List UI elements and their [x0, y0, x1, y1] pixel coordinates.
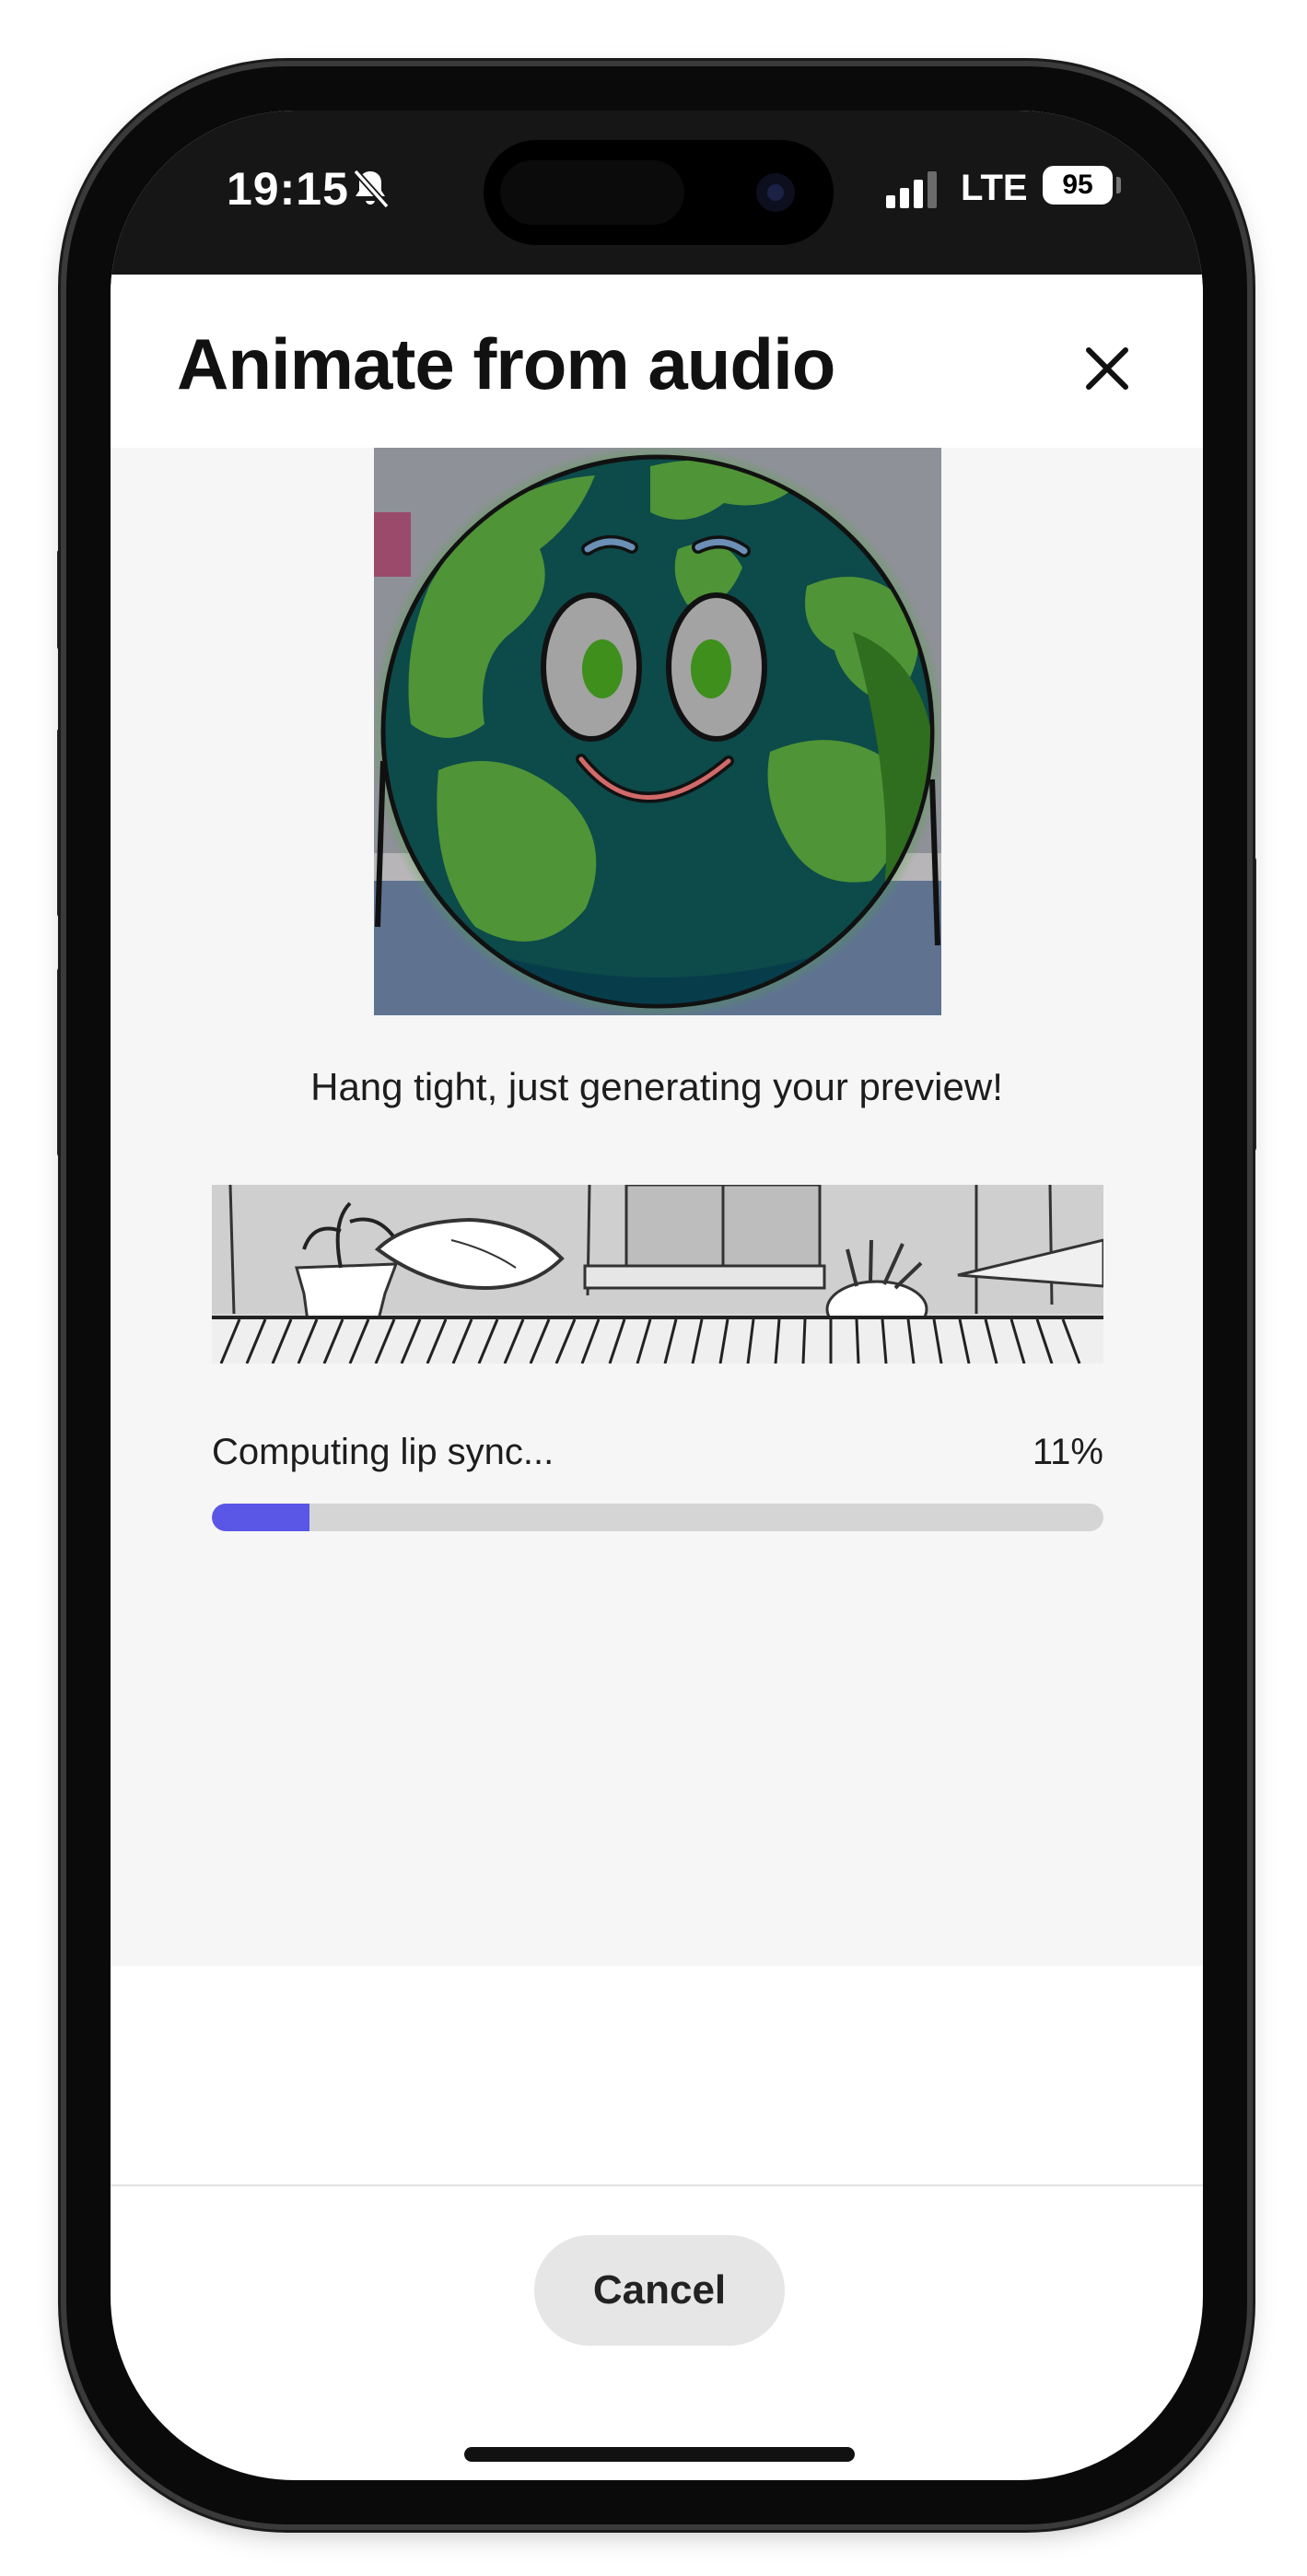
status-bar: 19:15 LTE 95 [111, 111, 1203, 275]
progress-bar [212, 1504, 1103, 1531]
status-message: Hang tight, just generating your preview… [310, 1065, 1003, 1108]
phone-screen: 19:15 LTE 95 Animate from audio Hang tig… [111, 111, 1203, 2480]
volume-up-button [57, 728, 66, 918]
home-indicator [464, 2447, 855, 2462]
power-button [1247, 857, 1256, 1152]
action-button [57, 549, 66, 650]
status-time: 19:15 [227, 163, 349, 215]
network-type: LTE [961, 168, 1028, 208]
cellular-signal-icon [886, 171, 937, 208]
battery-tip [1116, 177, 1121, 193]
dialog-header: Animate from audio [111, 275, 1203, 448]
footer-divider [111, 2184, 1203, 2186]
content-area: Hang tight, just generating your preview… [111, 448, 1203, 1966]
front-camera [756, 173, 795, 212]
page-title: Animate from audio [177, 323, 835, 404]
volume-down-button [57, 967, 66, 1157]
battery-icon: 95 [1043, 166, 1113, 205]
progress-percent: 11% [1032, 1432, 1103, 1472]
dynamic-island [484, 140, 834, 245]
cancel-button[interactable]: Cancel [534, 2235, 785, 2346]
progress-bar-fill [212, 1504, 310, 1531]
bell-slash-icon [353, 169, 390, 209]
character-preview-image [374, 448, 941, 1015]
progress-label: Computing lip sync... [212, 1432, 554, 1472]
scene-background-image [212, 1185, 1103, 1364]
close-icon[interactable] [1079, 341, 1135, 396]
